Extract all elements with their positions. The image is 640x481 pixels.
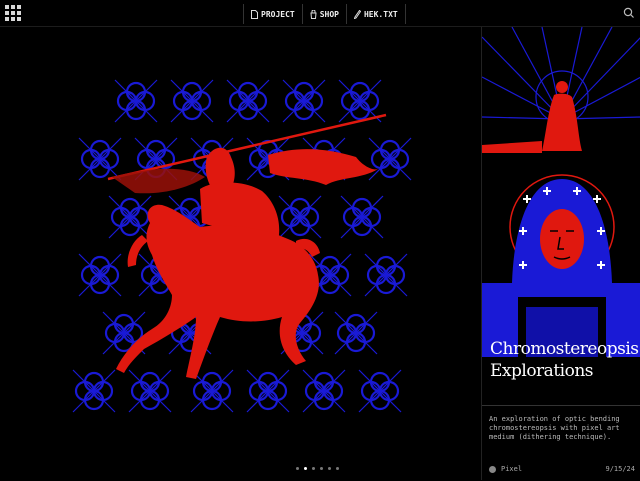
search-icon[interactable] <box>622 6 636 20</box>
carousel-dot-active[interactable] <box>304 467 307 470</box>
project-details: An exploration of optic bending chromost… <box>482 405 640 481</box>
shop-icon <box>310 9 317 19</box>
carousel-dot[interactable] <box>336 467 339 470</box>
carousel-dot[interactable] <box>312 467 315 470</box>
main-nav: PROJECT SHOP HEK.TXT <box>243 4 406 24</box>
category-tag[interactable]: Pixel <box>489 465 522 473</box>
file-icon <box>251 9 258 19</box>
thumbnail-statue[interactable] <box>482 27 640 157</box>
red-knight-on-horse <box>107 113 387 379</box>
logo-grid-icon[interactable] <box>5 5 21 21</box>
nav-item-hek-txt[interactable]: HEK.TXT <box>345 4 406 24</box>
project-title-line: Explorations <box>490 361 594 381</box>
category-icon <box>489 465 496 473</box>
top-bar: PROJECT SHOP HEK.TXT <box>0 0 640 27</box>
project-title: Chromostereopsis Explorations <box>490 338 640 382</box>
carousel-dot[interactable] <box>320 467 323 470</box>
nav-item-shop[interactable]: SHOP <box>301 4 346 24</box>
nav-item-label: PROJECT <box>261 9 295 19</box>
nav-item-project[interactable]: PROJECT <box>243 4 302 24</box>
carousel-dot[interactable] <box>296 467 299 470</box>
project-date: 9/15/24 <box>605 465 635 473</box>
project-meta: Pixel 9/15/24 <box>489 465 635 473</box>
featured-artwork[interactable] <box>0 27 480 480</box>
project-title-line: Chromostereopsis <box>490 339 639 359</box>
thumbnail-icon-portrait[interactable] <box>482 165 640 357</box>
nav-item-label: SHOP <box>319 9 339 19</box>
category-label: Pixel <box>501 465 523 473</box>
project-description: An exploration of optic bending chromost… <box>489 415 620 441</box>
nav-item-label: HEK.TXT <box>363 9 398 19</box>
carousel-indicator <box>296 467 339 470</box>
project-sidebar: Chromostereopsis Explorations An explora… <box>481 27 640 480</box>
pen-icon <box>353 9 361 19</box>
carousel-dot[interactable] <box>328 467 331 470</box>
